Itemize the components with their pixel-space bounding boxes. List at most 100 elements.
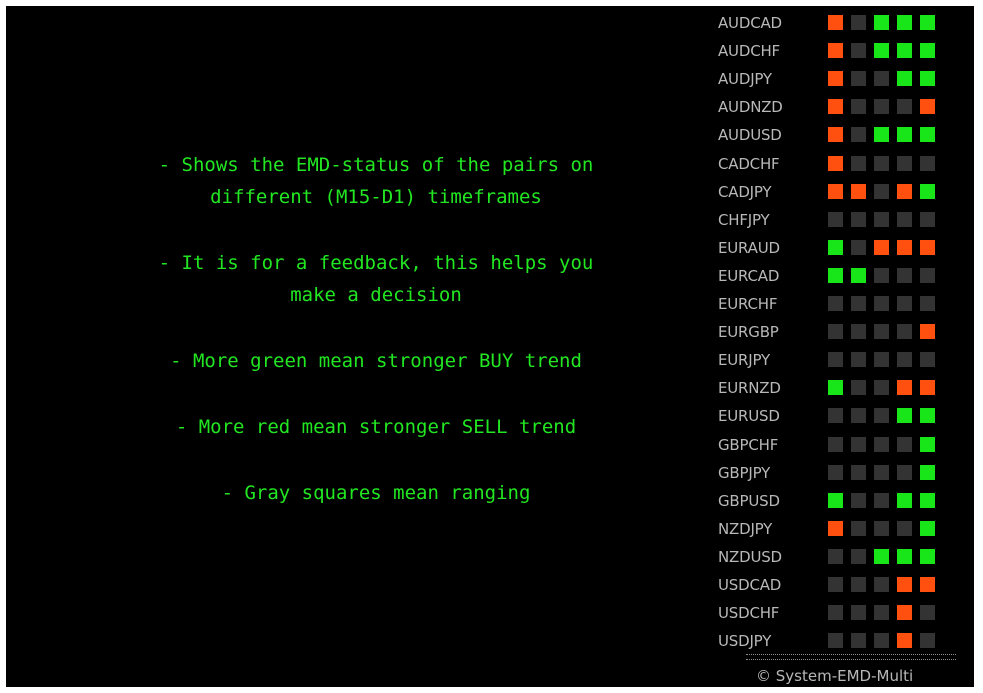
status-square-tf1-green — [828, 267, 843, 283]
status-square-tf4-gray — [897, 352, 912, 368]
info-line-gray-ranging: - Gray squares mean ranging — [221, 482, 531, 504]
status-square-tf3-gray — [874, 183, 889, 199]
status-square-tf3-gray — [874, 352, 889, 368]
status-square-tf2-gray — [851, 211, 866, 227]
status-square-tf2-gray — [851, 15, 866, 30]
status-square-tf2-gray — [851, 239, 866, 255]
pair-symbol: AUDNZD — [718, 98, 783, 117]
status-square-tf3-gray — [874, 155, 889, 171]
pair-symbol: NZDJPY — [718, 519, 773, 538]
status-square-tf2-gray — [851, 380, 866, 396]
pair-symbol: AUDJPY — [718, 70, 772, 89]
pair-row-euraud: EURAUD — [718, 235, 968, 263]
status-square-tf2-gray — [851, 324, 866, 340]
pair-row-gbpusd: GBPUSD — [718, 488, 968, 516]
status-square-tf4-red — [897, 183, 912, 199]
status-square-tf1-red — [828, 15, 843, 30]
info-line-red-sell: - More red mean stronger SELL trend — [175, 416, 577, 438]
status-square-tf1-gray — [828, 577, 843, 592]
pair-symbol: AUDCHF — [718, 42, 780, 61]
status-square-tf3-gray — [874, 380, 889, 396]
status-square-tf3-gray — [874, 408, 889, 424]
info-text-block: - Shows the EMD-status of the pairs on d… — [36, 149, 716, 543]
pair-row-nzdjpy: NZDJPY — [718, 516, 968, 544]
status-square-tf4-gray — [897, 267, 912, 283]
status-square-tf1-red — [828, 43, 843, 59]
status-square-tf5-green — [920, 15, 935, 30]
status-square-tf3-gray — [874, 464, 889, 480]
status-square-tf4-gray — [897, 520, 912, 536]
pair-symbol: CADJPY — [718, 182, 772, 201]
status-square-tf1-gray — [828, 464, 843, 480]
status-square-tf2-gray — [851, 436, 866, 452]
status-square-tf2-gray — [851, 43, 866, 59]
status-square-tf4-gray — [897, 99, 912, 115]
pair-symbol: USDCHF — [718, 604, 780, 623]
status-square-tf5-green — [920, 408, 935, 424]
pair-symbol: GBPUSD — [718, 491, 780, 510]
status-square-tf5-gray — [920, 296, 935, 311]
status-square-tf1-gray — [828, 408, 843, 424]
status-square-tf5-green — [920, 183, 935, 199]
status-square-tf5-red — [920, 239, 935, 255]
status-square-tf2-gray — [851, 548, 866, 564]
status-square-tf1-gray — [828, 324, 843, 340]
status-square-tf1-gray — [828, 352, 843, 368]
pair-row-gbpjpy: GBPJPY — [718, 460, 968, 488]
status-square-tf3-gray — [874, 492, 889, 508]
status-square-tf5-gray — [920, 633, 935, 649]
status-square-tf2-gray — [851, 155, 866, 171]
status-square-tf4-red — [897, 577, 912, 592]
pair-row-eurjpy: EURJPY — [718, 347, 968, 375]
status-square-tf2-gray — [851, 408, 866, 424]
info-line-emd-status: - Shows the EMD-status of the pairs on d… — [158, 154, 594, 208]
status-square-tf1-red — [828, 183, 843, 199]
pair-symbol: EURAUD — [718, 238, 780, 257]
status-square-tf3-gray — [874, 577, 889, 592]
pair-row-cadchf: CADCHF — [718, 151, 968, 179]
pair-symbol: USDCAD — [718, 576, 782, 594]
pair-symbol: GBPCHF — [718, 435, 779, 454]
status-square-tf1-red — [828, 99, 843, 115]
pair-symbol: EURUSD — [718, 407, 780, 426]
status-square-tf1-green — [828, 492, 843, 508]
status-square-tf4-gray — [897, 211, 912, 227]
status-square-tf2-gray — [851, 464, 866, 480]
status-square-tf2-green — [851, 267, 866, 283]
status-square-tf1-red — [828, 127, 843, 143]
status-square-tf2-gray — [851, 296, 866, 311]
status-square-tf4-green — [897, 548, 912, 564]
status-square-tf2-gray — [851, 605, 866, 621]
pair-symbol: USDJPY — [718, 632, 772, 651]
status-square-tf3-gray — [874, 436, 889, 452]
status-square-tf3-red — [874, 239, 889, 255]
status-square-tf4-gray — [897, 155, 912, 171]
status-square-tf5-green — [920, 548, 935, 564]
status-square-tf1-gray — [828, 548, 843, 564]
status-square-tf4-green — [897, 408, 912, 424]
info-line-feedback: - It is for a feedback, this helps you m… — [158, 252, 594, 306]
status-square-tf2-gray — [851, 633, 866, 649]
pair-row-usdjpy: USDJPY — [718, 628, 968, 656]
status-square-tf4-gray — [897, 324, 912, 340]
pair-symbol: EURCAD — [718, 266, 780, 285]
status-square-tf4-green — [897, 43, 912, 59]
status-square-tf4-gray — [897, 464, 912, 480]
pair-row-audcad: AUDCAD — [718, 10, 968, 38]
footer-copyright: © System-EMD-Multi — [756, 667, 914, 685]
pair-row-usdchf: USDCHF — [718, 600, 968, 628]
status-square-tf5-gray — [920, 267, 935, 283]
status-square-tf2-gray — [851, 352, 866, 368]
status-square-tf5-gray — [920, 605, 935, 621]
pair-row-eurgbp: EURGBP — [718, 319, 968, 347]
pair-row-audchf: AUDCHF — [718, 38, 968, 66]
pair-row-gbpchf: GBPCHF — [718, 432, 968, 460]
status-square-tf4-green — [897, 127, 912, 143]
pair-row-audusd: AUDUSD — [718, 122, 968, 150]
status-square-tf3-gray — [874, 633, 889, 649]
status-square-tf4-red — [897, 633, 912, 649]
status-square-tf5-green — [920, 464, 935, 480]
status-square-tf3-green — [874, 127, 889, 143]
status-square-tf1-green — [828, 239, 843, 255]
pair-symbol: NZDUSD — [718, 547, 782, 566]
